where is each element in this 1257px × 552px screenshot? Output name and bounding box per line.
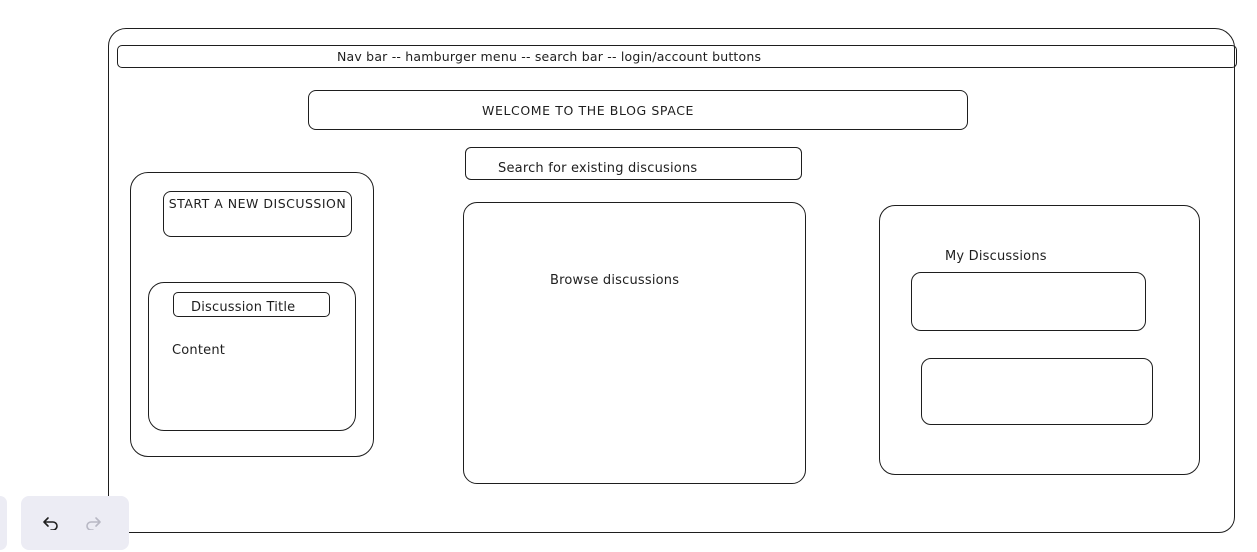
redo-icon [84,516,102,530]
my-discussions-panel [879,205,1200,475]
browse-discussions-label: Browse discussions [550,273,680,288]
browse-discussions-panel [463,202,806,484]
discussion-search-label: Search for existing discusions [498,161,698,176]
undo-icon [42,516,60,530]
welcome-title: WELCOME TO THE BLOG SPACE [482,103,695,118]
discussion-title-label: Discussion Title [191,300,296,315]
my-discussions-title: My Discussions [945,249,1047,264]
my-discussion-card[interactable] [911,272,1146,331]
my-discussion-card[interactable] [921,358,1153,425]
undo-button[interactable] [31,496,71,550]
start-new-discussion-label: START A NEW DISCUSSION [168,196,347,211]
navbar-label: Nav bar -- hamburger menu -- search bar … [337,49,762,64]
toolbar-stub [0,496,7,550]
undo-redo-toolbar [21,496,129,550]
discussion-content-label: Content [172,343,226,358]
redo-button[interactable] [73,496,113,550]
